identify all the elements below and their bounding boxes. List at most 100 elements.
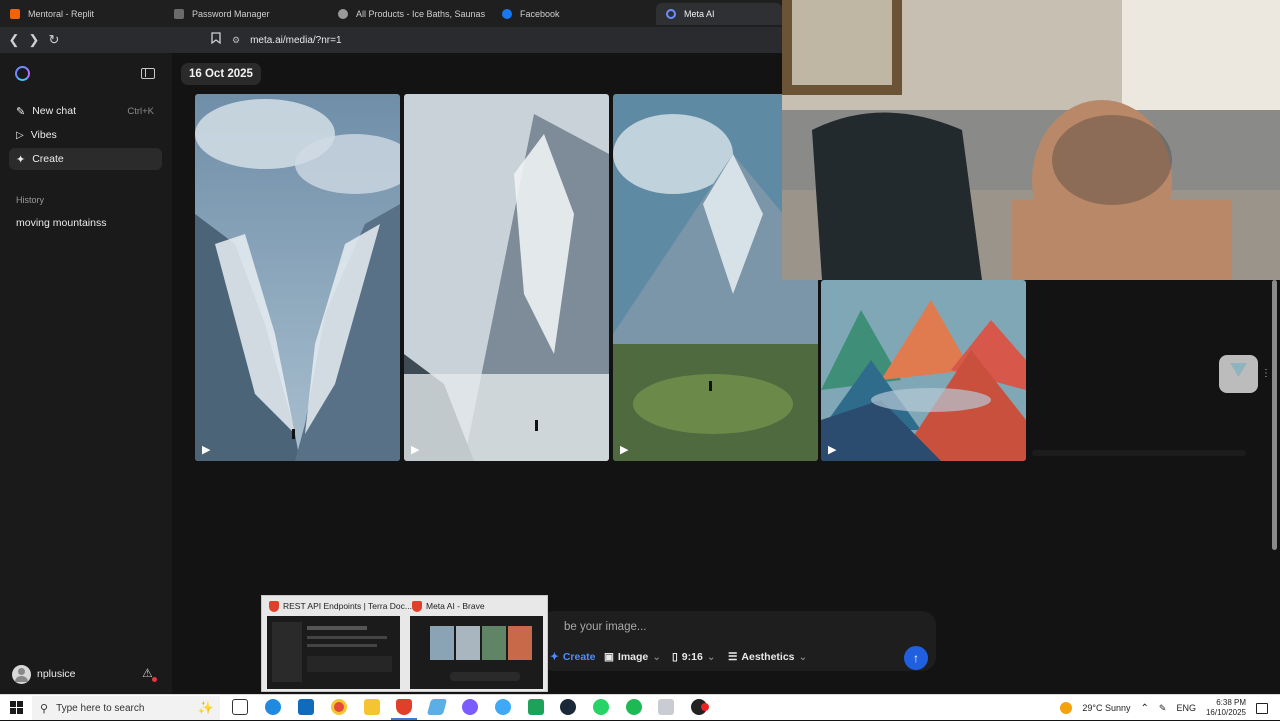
chrome-icon[interactable] — [331, 699, 347, 715]
prompt-input[interactable]: be your image... — [564, 621, 646, 633]
tab-meta-ai[interactable]: Meta AI — [656, 3, 782, 25]
brave-icon — [412, 601, 422, 612]
prompt-bar: be your image... ✦ Create ▣ Image ⌄ ▯ 9:… — [540, 611, 936, 671]
play-icon[interactable]: ▶ — [828, 443, 836, 456]
window-thumbnail[interactable]: REST API Endpoints | Terra Doc... — [262, 596, 412, 693]
webcam-feed — [782, 0, 1280, 280]
edge-icon[interactable] — [265, 699, 281, 715]
collapse-sidebar-icon[interactable] — [141, 68, 155, 79]
meta-ai-logo-icon[interactable] — [15, 66, 30, 81]
mountain-image — [195, 94, 400, 461]
media-tile-2[interactable]: ▶ — [404, 94, 609, 461]
clock[interactable]: 6:38 PM 16/10/2025 — [1206, 698, 1246, 718]
record-app-icon[interactable] — [691, 699, 709, 715]
loading-placeholder — [1032, 450, 1246, 456]
site-settings-icon[interactable]: ⚙ — [232, 35, 240, 46]
tab-facebook[interactable]: Facebook — [492, 3, 652, 25]
sidebar-item-label: Create — [32, 153, 64, 165]
app-icon[interactable] — [658, 699, 674, 715]
webcam-overlay — [782, 0, 1280, 280]
numbers-icon[interactable] — [528, 699, 544, 715]
create-button[interactable]: ✦ Create — [550, 651, 596, 663]
notification-center-icon[interactable] — [1256, 702, 1268, 714]
history-heading: History — [16, 195, 45, 205]
tab-mentoral-replit[interactable]: Mentoral - Replit — [0, 3, 160, 25]
play-icon[interactable]: ▶ — [411, 443, 419, 456]
phone-icon: ▯ — [672, 651, 678, 663]
play-icon[interactable]: ▶ — [202, 443, 210, 456]
aesthetics-dropdown[interactable]: ☰ Aesthetics ⌄ — [728, 651, 807, 663]
bookmark-icon[interactable] — [208, 32, 224, 48]
brave-icon[interactable] — [396, 699, 412, 715]
chevron-up-icon[interactable]: ⌃ — [1141, 703, 1149, 714]
send-button[interactable]: ↑ — [904, 646, 928, 670]
reload-button[interactable]: ↻ — [46, 32, 62, 48]
tab-label: Mentoral - Replit — [28, 9, 95, 19]
chevron-down-icon: ⌄ — [706, 651, 716, 663]
back-button[interactable]: ❮ — [6, 32, 22, 48]
weather-text[interactable]: 29°C Sunny — [1082, 703, 1130, 713]
tab-label: Meta AI — [684, 9, 715, 19]
file-explorer-icon[interactable] — [364, 699, 380, 715]
search-placeholder: Type here to search — [56, 702, 145, 714]
brave-icon — [269, 601, 279, 612]
window-thumbnail[interactable]: Meta AI - Brave — [405, 596, 548, 693]
taskbar-search[interactable]: ⚲ Type here to search ✨ — [32, 696, 220, 720]
url-text: meta.ai/media/?nr=1 — [250, 34, 342, 46]
avatar[interactable] — [12, 665, 31, 684]
mountain-image — [404, 94, 609, 461]
discord-icon[interactable] — [462, 699, 478, 715]
username[interactable]: nplusice — [37, 668, 76, 680]
forward-button[interactable]: ❯ — [26, 32, 42, 48]
whatsapp-icon[interactable] — [593, 699, 609, 715]
sidebar-item-new-chat[interactable]: ✎ New chat Ctrl+K — [9, 100, 162, 122]
tab-password-manager[interactable]: Password Manager — [164, 3, 324, 25]
clock-date: 16/10/2025 — [1205, 708, 1246, 717]
create-label: Create — [562, 651, 596, 663]
ratio-label: 9:16 — [681, 651, 703, 663]
tab-label: All Products - Ice Baths, Saunas & Re — [356, 9, 486, 19]
globe-icon — [338, 9, 348, 19]
sidebar-item-label: Vibes — [30, 129, 57, 141]
task-view-icon[interactable] — [232, 699, 248, 715]
thumbnail-title: REST API Endpoints | Terra Doc... — [283, 601, 412, 611]
media-tile-4[interactable]: ▶ — [821, 280, 1026, 461]
windows-taskbar: ⚲ Type here to search ✨ 29°C Sunny ⌃ ✎ E… — [0, 694, 1280, 720]
address-bar[interactable]: ⚙ meta.ai/media/?nr=1 — [232, 31, 342, 49]
weather-sun-icon — [1060, 702, 1073, 714]
sidebar-item-vibes[interactable]: ▷ Vibes — [9, 124, 162, 146]
history-item[interactable]: moving mountainss — [16, 217, 106, 229]
play-icon[interactable]: ▶ — [620, 443, 628, 456]
aesthetics-label: Aesthetics — [741, 651, 795, 663]
scrollbar[interactable] — [1271, 280, 1278, 690]
sidebar-item-create[interactable]: ✦ Create — [9, 148, 162, 170]
search-icon: ⚲ — [40, 702, 49, 715]
spotify-icon[interactable] — [626, 699, 642, 715]
play-square-icon: ▷ — [16, 129, 24, 141]
media-tile-1[interactable]: ▶ — [195, 94, 400, 461]
chevron-down-icon: ⌄ — [798, 651, 808, 663]
steam-icon[interactable] — [560, 699, 576, 715]
copilot-icon[interactable] — [495, 699, 511, 715]
sparkle-icon: ✨ — [197, 700, 214, 715]
thumbnail-preview — [267, 616, 400, 689]
chevron-down-icon: ⌄ — [652, 651, 662, 663]
pen-icon[interactable]: ✎ — [1159, 703, 1167, 714]
shield-icon — [1230, 363, 1247, 377]
sidebar-item-label: New chat — [32, 105, 76, 117]
app-icon[interactable] — [426, 699, 448, 715]
clock-time: 6:38 PM — [1216, 698, 1246, 707]
outlook-icon[interactable] — [298, 699, 314, 715]
thumbnail-preview — [410, 616, 543, 689]
sparkle-icon: ✦ — [16, 153, 26, 166]
sparkle-icon: ✦ — [550, 651, 559, 663]
language-indicator[interactable]: ENG — [1176, 703, 1196, 713]
floating-widget[interactable] — [1219, 355, 1258, 393]
scrollbar-thumb[interactable] — [1272, 280, 1277, 550]
tab-all-products[interactable]: All Products - Ice Baths, Saunas & Re — [328, 3, 486, 25]
windows-start-icon[interactable] — [10, 701, 23, 714]
facebook-icon — [502, 9, 512, 19]
image-mode-dropdown[interactable]: ▣ Image ⌄ — [604, 651, 661, 663]
ratio-dropdown[interactable]: ▯ 9:16 ⌄ — [672, 651, 716, 663]
image-label: Image — [617, 651, 649, 663]
